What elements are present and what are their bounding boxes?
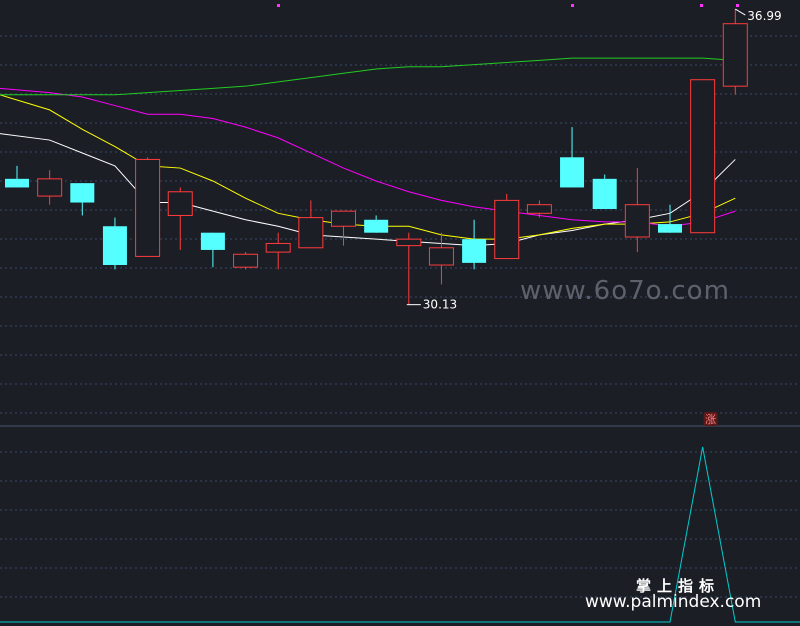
low-label: 30.13: [423, 298, 457, 312]
candle: [135, 157, 161, 257]
candle-body: [722, 23, 748, 87]
top-marker: [700, 4, 703, 7]
high-label: 36.99: [747, 9, 781, 23]
candle-body: [331, 210, 356, 227]
candle: [428, 232, 454, 285]
candle: [331, 210, 356, 246]
candle: [526, 200, 552, 218]
top-marker: [736, 4, 739, 7]
candle: [722, 9, 748, 95]
candle: [102, 217, 127, 270]
candle-body: [70, 183, 95, 203]
watermark-site: www.palmindex.com: [585, 592, 762, 612]
candle: [233, 252, 259, 270]
candle-body: [428, 247, 454, 266]
candle: [690, 79, 716, 234]
candle-body: [396, 238, 422, 247]
candle-body: [658, 224, 682, 233]
candle-body: [624, 204, 650, 238]
candle: [5, 165, 29, 188]
candle-body: [167, 191, 193, 216]
candle-body: [265, 242, 291, 253]
high-pointer: [735, 8, 746, 16]
candle-body: [462, 239, 487, 263]
watermark-domain: www.6o7o.com: [520, 276, 730, 306]
candle: [70, 183, 95, 216]
candle-body: [102, 226, 127, 266]
candle-body: [37, 178, 63, 197]
candle-body: [233, 253, 259, 268]
candle-body: [298, 217, 324, 249]
candle-body: [560, 157, 585, 188]
candle: [592, 174, 617, 209]
candle: [167, 187, 193, 250]
candlestick-chart: 36.99 30.13 涨: [0, 4, 800, 623]
zhang-badge: 涨: [705, 413, 716, 426]
candle: [298, 200, 324, 249]
candle: [494, 193, 520, 260]
candle-body: [690, 79, 716, 234]
candle: [265, 232, 291, 270]
candle: [560, 127, 585, 188]
candle: [37, 170, 63, 205]
candle-body: [494, 199, 520, 260]
top-marker: [277, 4, 280, 7]
candle-body: [135, 158, 161, 257]
candle: [462, 219, 487, 270]
candle-body: [200, 232, 225, 250]
candle-body: [526, 204, 552, 214]
candles: [5, 9, 748, 305]
candle: [658, 204, 682, 233]
candle: [200, 232, 225, 268]
candle: [396, 232, 422, 305]
candle-body: [592, 178, 617, 209]
candle: [364, 215, 389, 233]
candle-body: [5, 178, 29, 188]
candle-body: [364, 219, 389, 233]
top-marker: [571, 4, 574, 7]
ma-line-4: [0, 57, 736, 96]
